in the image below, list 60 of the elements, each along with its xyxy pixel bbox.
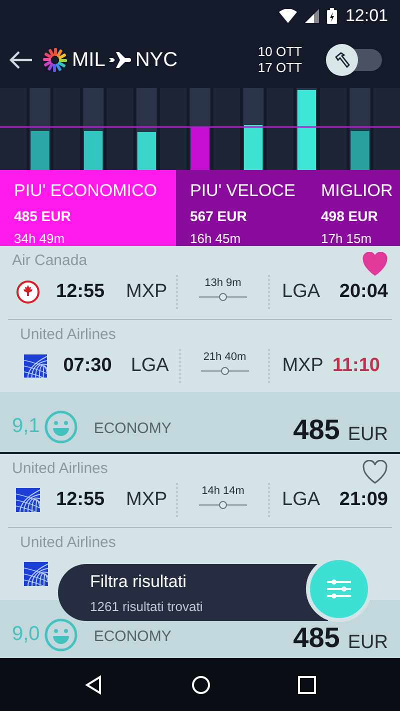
arrival-airport: LGA — [282, 488, 322, 512]
departure-time: 12:55 — [56, 488, 106, 512]
clock-time: 12:01 — [345, 5, 388, 28]
flight-duration: 13h 9m — [204, 276, 242, 291]
back-nav-icon[interactable] — [84, 674, 104, 694]
heart-icon[interactable] — [362, 460, 388, 484]
price: 485 — [293, 624, 340, 652]
smiley-icon — [44, 410, 78, 444]
home-nav-icon[interactable] — [190, 674, 211, 694]
duration-slider-icon — [200, 366, 249, 376]
travel-date: 10 OTT — [258, 44, 302, 60]
arrival-time: 21:09 — [339, 488, 388, 512]
flight-duration: 14h 14m — [202, 484, 244, 499]
hammer-icon — [333, 51, 351, 69]
airline-name: Air Canada — [12, 251, 88, 271]
airplane-icon — [109, 52, 132, 68]
wifi-icon — [279, 9, 298, 23]
cabin-class: ECONOMY — [94, 629, 172, 644]
rating-score: 9,1 — [12, 416, 40, 436]
histogram-bar[interactable] — [84, 131, 103, 170]
departure-airport: MXP — [126, 280, 168, 304]
globe-logo-icon — [16, 488, 40, 512]
cabin-class: ECONOMY — [94, 421, 172, 436]
departure-airport: LGA — [130, 354, 170, 378]
travel-date: 17 OTT — [258, 60, 302, 76]
airline-name: United Airlines — [20, 533, 116, 553]
filter-toast[interactable]: Filtra risultati 1261 risultati trovati — [58, 564, 328, 621]
signal-icon — [305, 9, 320, 23]
arrival-airport: MXP — [282, 354, 324, 378]
airline-name: United Airlines — [12, 459, 108, 479]
recents-nav-icon[interactable] — [298, 676, 316, 694]
arrival-time: 20:04 — [339, 280, 388, 304]
currency: EUR — [348, 633, 388, 652]
origin-city: MIL — [72, 48, 106, 73]
destination-city: NYC — [135, 48, 178, 73]
globe-logo-icon — [24, 354, 48, 378]
smiley-icon — [44, 618, 78, 652]
histogram-bar[interactable] — [244, 125, 263, 170]
price: 485 — [293, 416, 340, 444]
departure-time: 12:55 — [56, 280, 106, 304]
battery-icon — [327, 8, 338, 24]
arrival-airport: LGA — [282, 280, 322, 304]
filter-toggle[interactable] — [326, 44, 384, 76]
arrival-time: 11:10 — [332, 354, 380, 378]
maple-leaf-logo-icon — [16, 280, 40, 304]
airline-name: United Airlines — [20, 325, 116, 345]
rating-score: 9,0 — [12, 624, 40, 644]
back-arrow-icon[interactable] — [8, 50, 34, 70]
histogram-bar[interactable] — [297, 90, 316, 170]
logo-icon — [42, 47, 68, 73]
departure-time: 07:30 — [63, 354, 113, 378]
duration-slider-icon — [199, 500, 247, 510]
sliders-icon — [326, 578, 352, 600]
heart-icon[interactable] — [362, 252, 388, 276]
currency: EUR — [348, 425, 388, 444]
histogram-bar[interactable] — [137, 132, 156, 170]
globe-logo-icon — [24, 562, 48, 586]
flight-duration: 21h 40m — [203, 350, 246, 365]
departure-airport: MXP — [126, 488, 168, 512]
duration-slider-icon — [199, 292, 247, 302]
